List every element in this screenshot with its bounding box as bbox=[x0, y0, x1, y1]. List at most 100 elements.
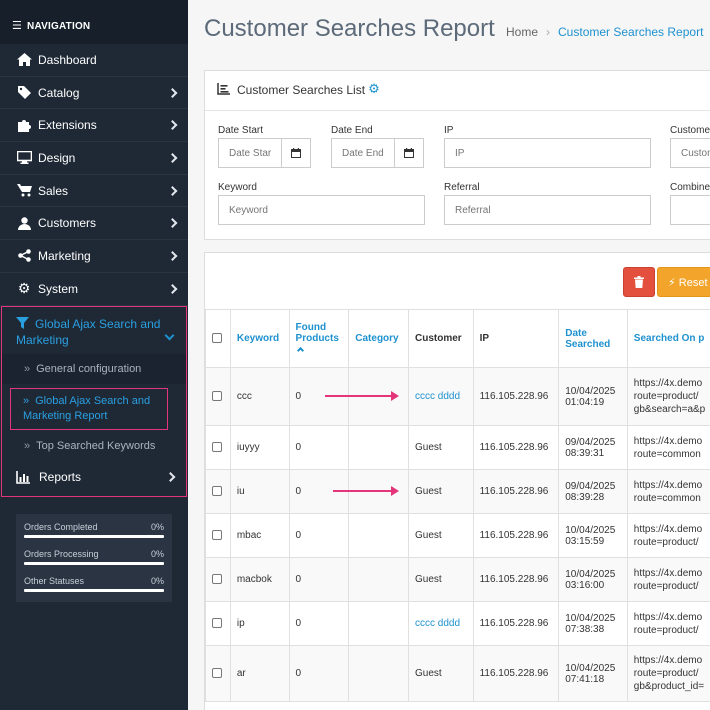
row-checkbox[interactable] bbox=[212, 442, 222, 453]
reset-filter-button[interactable]: ⚡ Reset F bbox=[657, 267, 710, 297]
stat-value: 0% bbox=[150, 522, 164, 532]
sidebar-item-dashboard[interactable]: Dashboard bbox=[0, 44, 188, 77]
annotation-arrow-icon bbox=[333, 486, 399, 496]
cell-customer: Guest bbox=[407, 557, 474, 602]
stat-label: Orders Processing bbox=[24, 549, 99, 559]
date-line: 10/04/2025 bbox=[565, 385, 616, 397]
time-line: 08:39:31 bbox=[565, 447, 605, 459]
cell-date-searched: 10/04/2025 03:16:00 bbox=[558, 557, 628, 602]
row-checkbox[interactable] bbox=[212, 530, 222, 541]
sidebar-item-marketing[interactable]: Marketing bbox=[0, 240, 188, 273]
sidebar-item-customers[interactable]: Customers bbox=[0, 207, 188, 241]
sidebar-item-label: Global Ajax Search and Marketing bbox=[16, 317, 161, 347]
row-checkbox[interactable] bbox=[212, 668, 222, 679]
cell-searched-on: https://4x.demo route=product/ bbox=[626, 513, 710, 558]
sidebar-subitem-report[interactable]: » Global Ajax Search and Marketing Report bbox=[10, 388, 168, 430]
ip-label: IP bbox=[444, 125, 454, 136]
sidebar-item-system[interactable]: ⚙ System bbox=[0, 273, 188, 306]
customer-input[interactable] bbox=[670, 138, 710, 168]
row-checkbox[interactable] bbox=[212, 391, 222, 402]
cart-icon bbox=[16, 183, 32, 199]
row-select-cell bbox=[205, 469, 231, 514]
cell-date-searched: 10/04/2025 07:41:18 bbox=[558, 645, 628, 702]
order-stats: Orders Completed 0% Orders Processing 0% O… bbox=[16, 514, 172, 602]
stat-orders-processing: Orders Processing 0% bbox=[24, 549, 164, 576]
table-row: ccc 0 cccc dddd 116.105.228.96 10/04/2025 01:… bbox=[205, 367, 710, 426]
sidebar-item-design[interactable]: Design bbox=[0, 142, 188, 175]
column-header-date-searched[interactable]: Date Searched bbox=[558, 309, 628, 368]
cell-date-searched: 09/04/2025 08:39:28 bbox=[558, 469, 628, 514]
trash-icon bbox=[634, 276, 644, 288]
column-header-category[interactable]: Category bbox=[348, 309, 409, 368]
row-select-cell bbox=[205, 425, 231, 470]
sidebar-item-label: Marketing bbox=[38, 248, 91, 263]
date-end-input[interactable] bbox=[331, 138, 395, 168]
home-icon bbox=[16, 52, 32, 68]
sidebar-item-catalog[interactable]: Catalog bbox=[0, 77, 188, 110]
sidebar-item-global-ajax-search[interactable]: Global Ajax Search and Marketing bbox=[2, 307, 186, 353]
cell-customer[interactable]: cccc dddd bbox=[407, 367, 474, 426]
date-end-calendar-button[interactable] bbox=[394, 138, 424, 168]
combined-label: Combined bbox=[670, 182, 710, 193]
date-line: 09/04/2025 bbox=[565, 480, 616, 492]
date-start-input[interactable] bbox=[218, 138, 282, 168]
delete-button[interactable] bbox=[623, 267, 655, 297]
date-line: 10/04/2025 bbox=[565, 524, 616, 536]
cell-found-products: 0 bbox=[288, 425, 350, 470]
url-line: route=common bbox=[633, 448, 701, 460]
cell-ip: 116.105.228.96 bbox=[472, 601, 560, 646]
row-select-cell bbox=[205, 645, 231, 702]
sidebar-item-label: Customers bbox=[38, 216, 97, 231]
sidebar-item-reports[interactable]: Reports bbox=[2, 461, 186, 493]
ip-input[interactable] bbox=[444, 138, 651, 168]
table-row: ar 0 Guest 116.105.228.96 10/04/2025 07:41:18… bbox=[205, 645, 710, 702]
cell-keyword: mbac bbox=[229, 513, 290, 558]
select-all-checkbox[interactable] bbox=[212, 333, 222, 344]
date-line: 10/04/2025 bbox=[565, 568, 616, 580]
results-table: Keyword Found Products Category Customer … bbox=[205, 309, 710, 702]
customer-link[interactable]: cccc dddd bbox=[415, 391, 460, 402]
row-checkbox[interactable] bbox=[212, 618, 222, 629]
referral-input[interactable] bbox=[444, 195, 651, 225]
sidebar-subitem-general-configuration[interactable]: » General configuration bbox=[2, 354, 186, 384]
reset-button-label: Reset F bbox=[678, 277, 710, 289]
url-line: https://4x.demo bbox=[633, 435, 703, 447]
customer-link[interactable]: cccc dddd bbox=[415, 618, 460, 629]
gear-icon[interactable]: ⚙ bbox=[368, 82, 380, 95]
combined-input[interactable] bbox=[670, 195, 710, 225]
chevron-down-icon bbox=[164, 330, 175, 341]
row-checkbox[interactable] bbox=[212, 574, 222, 585]
hamburger-icon[interactable]: ☰ bbox=[12, 20, 22, 32]
keyword-label: Keyword bbox=[218, 182, 257, 193]
sidebar-item-label: System bbox=[38, 281, 79, 296]
puzzle-icon bbox=[16, 117, 32, 133]
cell-date-searched: 09/04/2025 08:39:31 bbox=[558, 425, 628, 470]
cell-customer[interactable]: cccc dddd bbox=[407, 601, 474, 646]
column-header-keyword[interactable]: Keyword bbox=[229, 309, 290, 368]
cell-ip: 116.105.228.96 bbox=[472, 469, 560, 514]
header-text-line: Date bbox=[565, 327, 587, 339]
breadcrumb-home[interactable]: Home bbox=[506, 25, 538, 39]
table-row: macbok 0 Guest 116.105.228.96 10/04/2025 03:1… bbox=[205, 557, 710, 602]
share-icon bbox=[16, 248, 32, 264]
sidebar: ☰ NAVIGATION Dashboard Catalog Extensions D… bbox=[0, 0, 188, 710]
column-header-found-products[interactable]: Found Products bbox=[288, 309, 350, 368]
time-line: 03:15:59 bbox=[565, 535, 605, 547]
sidebar-subitem-top-searched[interactable]: » Top Searched Keywords bbox=[2, 432, 186, 460]
sidebar-item-extensions[interactable]: Extensions bbox=[0, 109, 188, 143]
keyword-input[interactable] bbox=[218, 195, 425, 225]
url-line: https://4x.demo bbox=[633, 479, 703, 491]
row-checkbox[interactable] bbox=[212, 486, 222, 497]
cell-ip: 116.105.228.96 bbox=[472, 425, 560, 470]
date-start-calendar-button[interactable] bbox=[281, 138, 311, 168]
sidebar-item-sales[interactable]: Sales bbox=[0, 175, 188, 208]
url-line: https://4x.demo bbox=[633, 378, 703, 389]
cell-customer: Guest bbox=[407, 513, 474, 558]
table-body: ccc 0 cccc dddd 116.105.228.96 10/04/2025 01:… bbox=[205, 367, 710, 702]
column-header-searched-on[interactable]: Searched On p bbox=[626, 309, 710, 368]
sidebar-item-label: Design bbox=[38, 150, 76, 165]
filter-icon bbox=[16, 317, 29, 333]
breadcrumb-current[interactable]: Customer Searches Report bbox=[558, 25, 703, 39]
customer-label: Customer bbox=[670, 125, 710, 136]
chevron-right-icon bbox=[167, 283, 178, 294]
